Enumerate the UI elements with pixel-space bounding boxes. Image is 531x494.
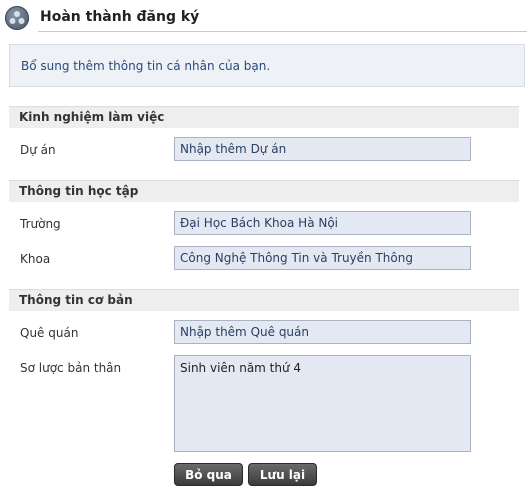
profile-logo-icon (5, 6, 29, 30)
title-divider (38, 31, 527, 32)
page-header: Hoàn thành đăng ký (0, 0, 531, 36)
school-input[interactable] (174, 211, 471, 235)
save-button[interactable]: Lưu lại (248, 463, 317, 486)
bio-label: Sơ lược bản thân (20, 361, 122, 375)
skip-button[interactable]: Bỏ qua (174, 463, 243, 486)
section-education-header: Thông tin học tập (9, 180, 519, 202)
section-basic-header: Thông tin cơ bản (9, 289, 519, 311)
faculty-input[interactable] (174, 246, 471, 270)
section-basic-title: Thông tin cơ bản (19, 293, 133, 307)
hometown-label: Quê quán (20, 326, 79, 340)
section-work-header: Kinh nghiệm làm việc (9, 106, 519, 128)
section-education-title: Thông tin học tập (19, 184, 139, 198)
school-label: Trường (20, 217, 61, 231)
hometown-input[interactable] (174, 320, 471, 344)
page-title: Hoàn thành đăng ký (40, 9, 200, 25)
project-input[interactable] (174, 137, 471, 161)
intro-banner: Bổ sung thêm thông tin cá nhân của bạn. (9, 44, 525, 87)
section-work-title: Kinh nghiệm làm việc (19, 110, 165, 124)
faculty-label: Khoa (20, 252, 51, 266)
project-label: Dự án (20, 143, 56, 157)
intro-text: Bổ sung thêm thông tin cá nhân của bạn. (21, 59, 271, 73)
bio-textarea[interactable]: Sinh viên năm thứ 4 (174, 355, 471, 452)
